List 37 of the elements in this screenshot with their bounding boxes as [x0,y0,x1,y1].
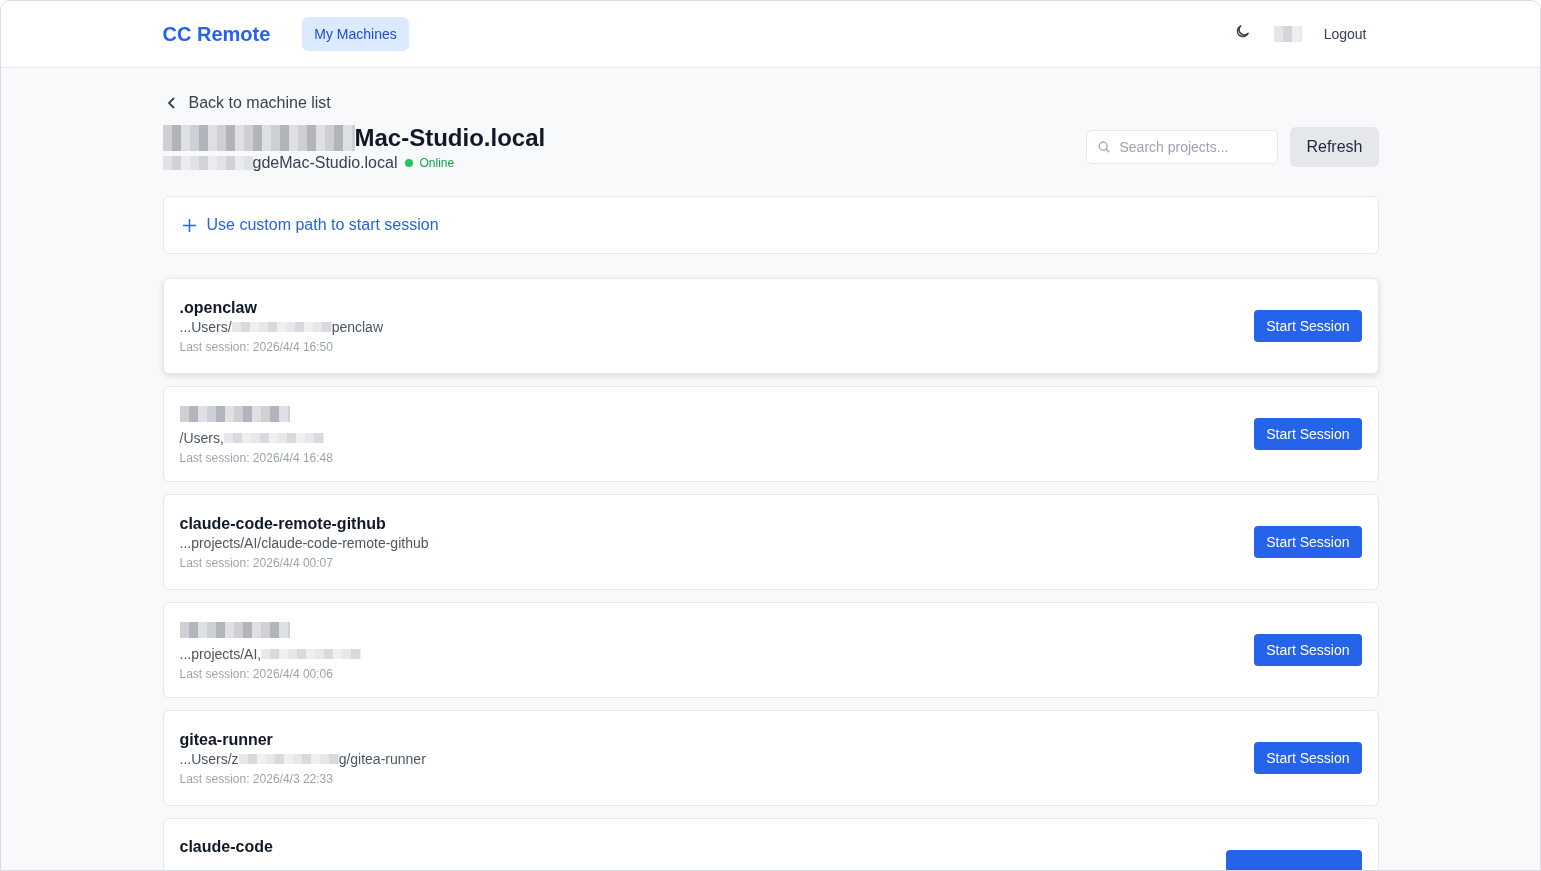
search-field[interactable]: Search projects... [1086,130,1279,164]
project-name: claude-code-remote-github [179,514,386,532]
project-name: .openclaw [179,298,257,316]
last-session-time: Last session: 2026/4/4 16:50 [179,339,334,354]
refresh-button[interactable]: Refresh [1290,127,1379,167]
project-card[interactable]: /Users, Last session: 2026/4/4 16:48 Start Session [162,386,1379,482]
logout-link[interactable]: Logout [1323,26,1367,42]
project-path: ...projects/AI, [179,645,262,662]
back-link[interactable]: Back to machine list [162,94,1379,112]
machine-title: Mac-Studio.local [354,123,546,153]
project-path: /Users, [179,429,224,446]
brand-logo[interactable]: CC Remote [162,22,271,46]
project-card[interactable]: claude-code [162,818,1379,870]
start-session-button[interactable]: Start Session [1254,526,1362,558]
start-session-button[interactable]: Start Session [1254,742,1362,774]
last-session-time: Last session: 2026/4/4 00:07 [179,555,334,570]
project-card[interactable]: claude-code-remote-github ...projects/AI/claude-code-remote-github Last session: 2026/4/4 00:07 Start Session [162,494,1379,590]
project-card[interactable]: gitea-runner ...Users/z g/gitea-runner Last session: 2026/4/3 22:33 Start Session [162,710,1379,806]
start-session-button[interactable]: Start Session [1254,418,1362,450]
last-session-time: Last session: 2026/4/4 16:48 [179,450,333,465]
project-path: ...Users/z [179,750,239,767]
project-name: claude-code [179,838,273,855]
project-card[interactable]: .openclaw ...Users/ penclaw Last session: 2026/4/4 16:50 Start Session [162,278,1379,374]
project-name: gitea-runner [179,730,273,748]
project-card[interactable]: ...projects/AI, Last session: 2026/4/4 00:06 Start Session [162,602,1379,698]
project-path: penclaw [331,318,383,335]
status-label: Online [419,156,455,170]
last-session-time: Last session: 2026/4/4 00:06 [179,666,334,681]
project-path: ...projects/AI/claude-code-remote-github [179,534,429,551]
start-session-button[interactable]: Start Session [1254,310,1362,342]
last-session-time: Last session: 2026/4/3 22:33 [179,771,334,786]
project-path: g/gitea-runner [338,750,426,767]
project-path: ...Users/ [179,318,232,335]
machine-hostname: gdeMac-Studio.local [252,154,398,172]
start-session-button[interactable]: Start Session [1254,634,1362,666]
custom-path-button[interactable]: Use custom path to start session [162,196,1379,254]
nav-tab[interactable]: My Machines [302,17,409,51]
